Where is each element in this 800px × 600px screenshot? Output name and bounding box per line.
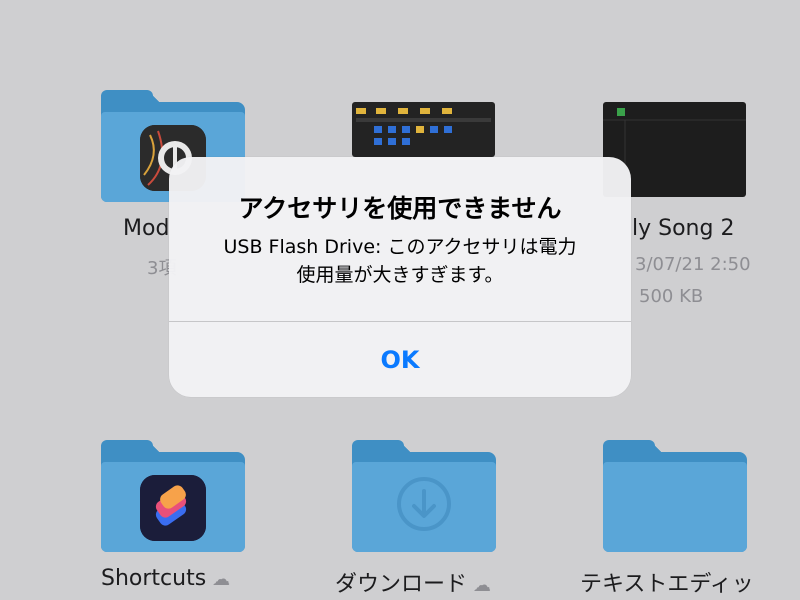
file-item-grid-doc[interactable] xyxy=(352,102,495,162)
alert-message-line2: 使用量が大きすぎます。 xyxy=(296,264,504,286)
file-name: ダウンロード ☁ xyxy=(335,572,492,597)
alert-title: アクセサリを使用できません xyxy=(238,194,562,223)
file-date: 3/07/21 2:50 xyxy=(635,254,751,275)
alert-message: USB Flash Drive: このアクセサリは電力 使用量が大きすぎます。 xyxy=(199,233,601,289)
file-name: Mod xyxy=(123,216,170,241)
file-item-downloads[interactable]: ダウンロード ☁ xyxy=(335,440,535,600)
file-name: Shortcuts ☁ xyxy=(101,566,231,591)
folder-icon xyxy=(352,440,496,552)
document-thumbnail xyxy=(352,102,495,157)
alert-dialog: アクセサリを使用できません USB Flash Drive: このアクセサリは電… xyxy=(169,157,631,397)
alert-message-line1: USB Flash Drive: このアクセサリは電力 xyxy=(223,236,577,258)
file-name: ly Song 2 xyxy=(632,216,735,241)
file-item-text-editor[interactable]: テキストエディッ xyxy=(580,440,800,600)
folder-icon xyxy=(101,440,245,552)
ok-button[interactable]: OK xyxy=(169,322,631,397)
file-item-song2[interactable]: ly Song 2 3/07/21 2:50 500 KB xyxy=(603,102,800,307)
folder-icon xyxy=(603,440,747,552)
download-arrow-icon xyxy=(397,477,451,531)
file-name: テキストエディッ xyxy=(580,572,754,597)
shortcuts-app-icon xyxy=(140,475,206,541)
file-item-shortcuts[interactable]: Shortcuts ☁ xyxy=(101,440,261,600)
cloud-download-icon[interactable]: ☁ xyxy=(212,569,230,590)
cloud-download-icon[interactable]: ☁ xyxy=(473,575,491,596)
file-size: 500 KB xyxy=(639,286,704,307)
